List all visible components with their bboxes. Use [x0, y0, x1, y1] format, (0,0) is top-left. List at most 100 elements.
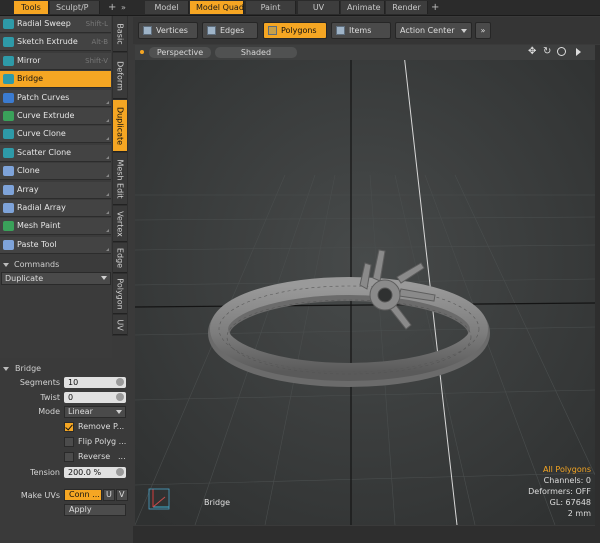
vtab-deform[interactable]: Deform [113, 53, 127, 99]
tab-sculpt-paint[interactable]: Sculpt/P [50, 1, 100, 14]
tool-radial-sweep[interactable]: Radial Sweep Shift-L [0, 16, 111, 33]
vtab-polygon[interactable]: Polygon [113, 274, 127, 314]
twist-field[interactable]: 0 [64, 392, 126, 403]
tool-category-tabs: Basic Deform Duplicate Mesh Edit Vertex … [112, 16, 128, 336]
tool-curve-clone[interactable]: Curve Clone [0, 126, 111, 144]
array-icon [3, 184, 14, 195]
paste-tool-icon [3, 239, 14, 250]
tool-label: Curve Extrude [17, 111, 75, 120]
vtab-basic[interactable]: Basic [113, 16, 127, 52]
tab-tools[interactable]: Tools [14, 1, 49, 14]
tool-scatter-clone[interactable]: Scatter Clone [0, 144, 111, 162]
more-options-button[interactable]: » [475, 22, 491, 39]
remove-polygons-label: Remove P... [78, 422, 125, 431]
vtab-mesh-edit[interactable]: Mesh Edit [113, 153, 127, 205]
commands-header: Commands [14, 260, 60, 269]
viewport-canvas[interactable] [135, 45, 595, 525]
reverse-more-button[interactable]: ... [118, 452, 126, 461]
add-tab-left-icon[interactable]: + [108, 1, 116, 14]
selection-status: All Polygons [542, 465, 591, 474]
tool-bridge[interactable]: Bridge [0, 71, 111, 89]
twist-label: Twist [40, 393, 60, 402]
viewport-dot-icon[interactable] [140, 50, 144, 54]
tool-array[interactable]: Array [0, 181, 111, 199]
clone-icon [3, 166, 14, 177]
viewport-toolbar: Perspective Shaded ✥ ↻ [135, 45, 595, 60]
3d-viewport[interactable]: Perspective Shaded ✥ ↻ Bridge All Polygo… [135, 45, 595, 525]
tension-label: Tension [30, 468, 60, 477]
make-uvs-u-button[interactable]: U [103, 489, 115, 501]
remove-polygons-checkbox[interactable] [64, 422, 74, 432]
grid-size-status: 2 mm [567, 509, 591, 518]
sketch-extrude-icon [3, 37, 14, 48]
submenu-corner-icon [106, 192, 109, 196]
tension-field[interactable]: 200.0 % [64, 467, 126, 478]
tab-model[interactable]: Model [145, 1, 189, 14]
slider-knob-icon[interactable] [116, 393, 124, 401]
viewport-menu-arrow-icon[interactable] [576, 48, 581, 56]
more-tabs-icon[interactable]: » [121, 1, 126, 14]
vtab-uv[interactable]: UV [113, 315, 127, 335]
items-mode-button[interactable]: Items [331, 22, 391, 39]
tool-label: Scatter Clone [17, 147, 72, 157]
vtab-duplicate[interactable]: Duplicate [113, 100, 127, 152]
rotate-icon[interactable]: ↻ [543, 46, 551, 57]
channels-status: Channels: 0 [543, 476, 591, 485]
polygons-mode-button[interactable]: Polygons [263, 22, 327, 39]
tab-render[interactable]: Render [386, 1, 428, 14]
tool-curve-extrude[interactable]: Curve Extrude [0, 108, 111, 125]
tool-shortcut: Alt-B [91, 38, 108, 47]
make-uvs-v-button[interactable]: V [116, 489, 128, 501]
edges-icon [207, 26, 216, 35]
action-center-select[interactable]: Action Center [395, 22, 472, 39]
vtab-edge[interactable]: Edge [113, 243, 127, 273]
mesh-paint-icon [3, 221, 14, 232]
commands-select[interactable]: Duplicate [1, 272, 111, 285]
flip-polygons-checkbox[interactable] [64, 437, 74, 447]
tool-mesh-paint[interactable]: Mesh Paint [0, 218, 111, 236]
reverse-checkbox[interactable] [64, 452, 74, 462]
add-tab-icon[interactable]: + [431, 1, 439, 14]
edges-mode-button[interactable]: Edges [202, 22, 258, 39]
deformers-status: Deformers: OFF [528, 487, 591, 496]
tool-clone[interactable]: Clone [0, 163, 111, 181]
viewport-right-border [595, 45, 600, 526]
tool-label: Mirror [17, 55, 41, 65]
collapse-arrow-icon[interactable] [3, 367, 9, 371]
mode-select[interactable]: Linear [64, 406, 126, 418]
tool-label: Array [17, 184, 39, 194]
vtab-vertex[interactable]: Vertex [113, 206, 127, 242]
tool-radial-array[interactable]: Radial Array [0, 200, 111, 217]
bridge-properties: Bridge Segments 10 Twist 0 Mode Linear R… [0, 360, 133, 543]
zoom-icon[interactable] [557, 47, 566, 56]
segments-field[interactable]: 10 [64, 377, 126, 388]
tool-patch-curves[interactable]: Patch Curves [0, 89, 111, 107]
gl-polycount-status: GL: 67648 [549, 498, 591, 507]
tab-model-quad[interactable]: Model Quad [190, 1, 244, 14]
tool-shortcut: Shift-V [85, 56, 108, 65]
tab-animate[interactable]: Animate [341, 1, 385, 14]
submenu-corner-icon [106, 100, 109, 104]
vertices-icon [143, 26, 152, 35]
slider-knob-icon[interactable] [116, 378, 124, 386]
polygons-icon [268, 26, 277, 35]
make-uvs-select[interactable]: Conn ... [64, 489, 102, 501]
segments-label: Segments [19, 378, 60, 387]
items-icon [336, 26, 345, 35]
pan-icon[interactable]: ✥ [528, 46, 536, 57]
tool-label: Curve Clone [17, 129, 66, 139]
tool-mirror[interactable]: Mirror Shift-V [0, 52, 111, 70]
tab-uv[interactable]: UV [298, 1, 340, 14]
tool-paste-tool[interactable]: Paste Tool [0, 236, 111, 254]
collapse-arrow-icon[interactable] [3, 263, 9, 267]
apply-button[interactable]: Apply [64, 504, 126, 516]
submenu-corner-icon [106, 247, 109, 251]
slider-knob-icon[interactable] [116, 468, 124, 476]
view-select[interactable]: Perspective [149, 47, 211, 58]
top-tab-bar: Tools Sculpt/P + » Model Model Quad Pain… [0, 0, 600, 16]
tool-label: Patch Curves [17, 92, 70, 102]
tab-paint[interactable]: Paint [246, 1, 296, 14]
shading-select[interactable]: Shaded [215, 47, 297, 58]
vertices-mode-button[interactable]: Vertices [138, 22, 198, 39]
tool-sketch-extrude[interactable]: Sketch Extrude Alt-B [0, 34, 111, 52]
